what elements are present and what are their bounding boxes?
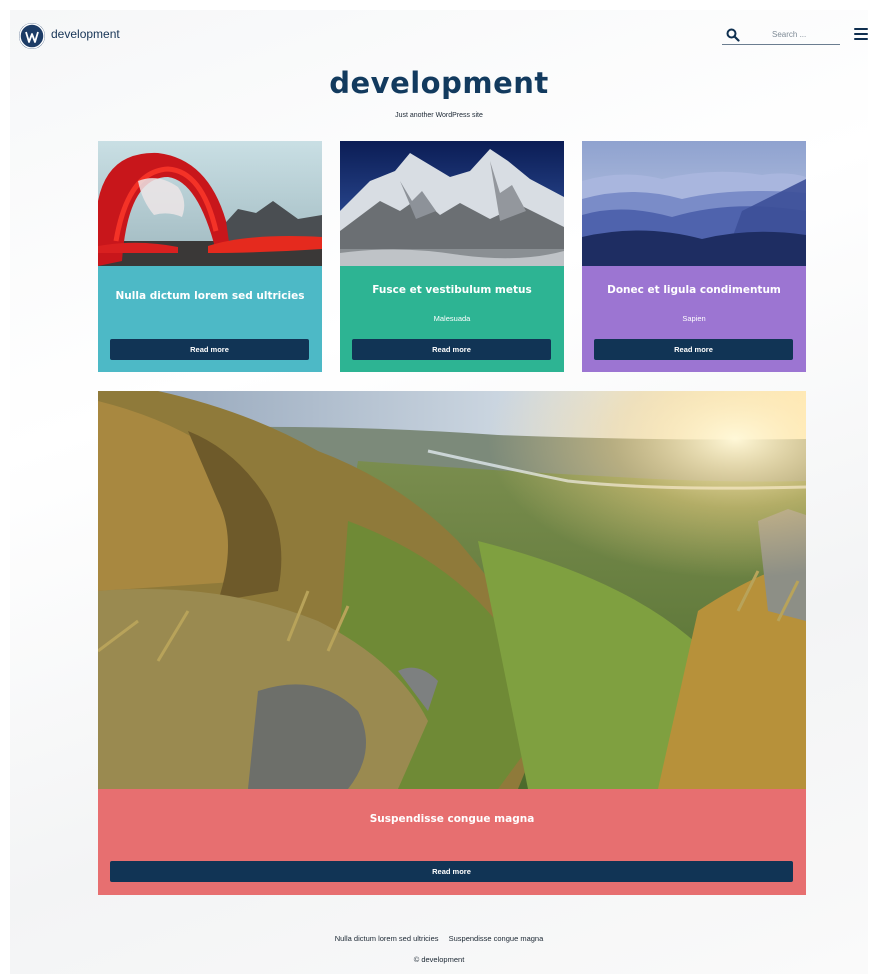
post-card-title[interactable]: Nulla dictum lorem sed ultricies (98, 290, 322, 302)
green-valley-sunrise-photo[interactable] (98, 391, 806, 789)
post-card-category[interactable]: Sapien (582, 314, 806, 323)
search-input[interactable] (722, 24, 840, 45)
featured-post-title[interactable]: Suspendisse congue magna (98, 813, 806, 825)
post-card-body: Nulla dictum lorem sed ultricies Read mo… (98, 266, 322, 372)
post-card: Fusce et vestibulum metus Malesuada Read… (340, 141, 564, 372)
top-bar: development (10, 10, 868, 60)
post-card-title[interactable]: Fusce et vestibulum metus (340, 284, 564, 296)
menu-line (854, 33, 868, 35)
post-card: Nulla dictum lorem sed ultricies Read mo… (98, 141, 322, 372)
menu-line (854, 28, 868, 30)
post-card-category[interactable]: Malesuada (340, 314, 564, 323)
footer-link[interactable]: Suspendisse congue magna (449, 934, 544, 943)
read-more-button[interactable]: Read more (352, 339, 551, 360)
site-tagline: Just another WordPress site (395, 112, 483, 119)
site-title[interactable]: development (10, 66, 868, 100)
footer-navigation: Nulla dictum lorem sed ultricies Suspend… (10, 934, 868, 943)
footer-link[interactable]: Nulla dictum lorem sed ultricies (335, 934, 439, 943)
page: development development Just another Wor… (10, 10, 868, 974)
hamburger-menu-icon[interactable] (854, 28, 868, 40)
post-card-body: Fusce et vestibulum metus Malesuada Read… (340, 266, 564, 372)
wordpress-logo-icon[interactable] (19, 23, 45, 49)
featured-post: Suspendisse congue magna Read more (98, 391, 806, 895)
post-card: Donec et ligula condimentum Sapien Read … (582, 141, 806, 372)
post-card-title[interactable]: Donec et ligula condimentum (582, 284, 806, 296)
menu-line (854, 38, 868, 40)
read-more-button[interactable]: Read more (594, 339, 793, 360)
copyright-text: © development (413, 955, 465, 964)
snowy-mountain-photo[interactable] (340, 141, 564, 266)
read-more-button[interactable]: Read more (110, 861, 793, 882)
site-name-link[interactable]: development (51, 27, 120, 41)
blue-misty-mountains-photo[interactable] (582, 141, 806, 266)
post-card-body: Donec et ligula condimentum Sapien Read … (582, 266, 806, 372)
read-more-button[interactable]: Read more (110, 339, 309, 360)
featured-post-body: Suspendisse congue magna Read more (98, 789, 806, 895)
red-lava-arch-photo[interactable] (98, 141, 322, 266)
